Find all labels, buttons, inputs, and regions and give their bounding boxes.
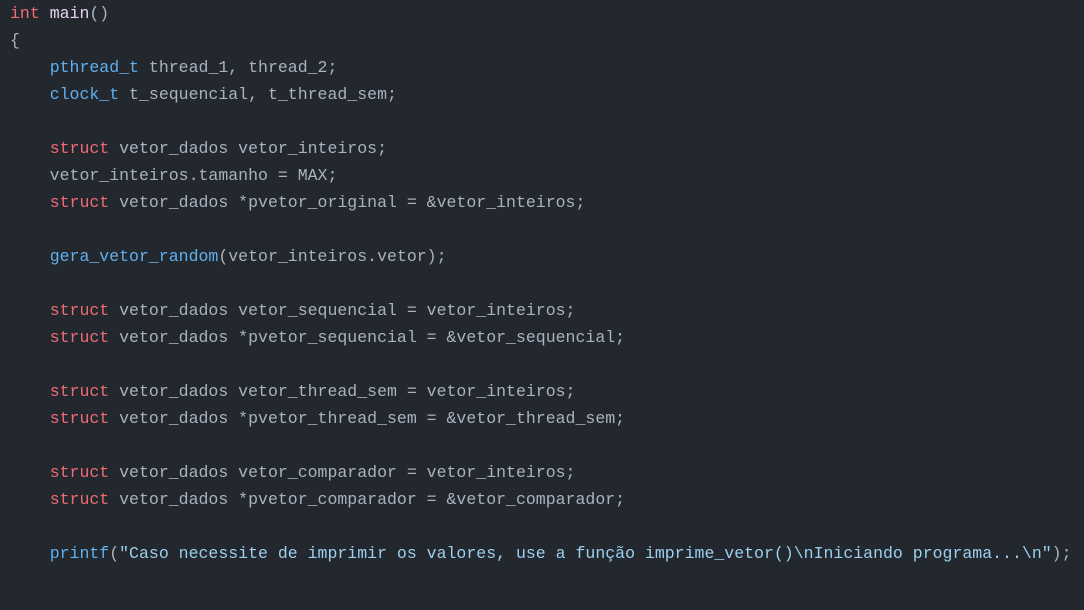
code-token-kw: struct [49,328,110,347]
code-token-kw: struct [49,490,110,509]
code-token-plain: () [89,4,110,23]
code-token-fn-main: main [49,4,90,23]
code-token-plain: ( [109,544,120,563]
code-token-kw: struct [49,193,110,212]
code-area[interactable]: int main() { pthread_t thread_1, thread_2… [10,0,1084,567]
code-token-plain: vetor_dados vetor_comparador = vetor_int… [109,463,576,482]
code-line: struct vetor_dados vetor_inteiros; [10,135,1084,162]
code-token-plain: vetor_dados *pvetor_comparador = &vetor_… [109,490,626,509]
code-line: ​ [10,108,1084,135]
code-line: { [10,27,1084,54]
code-line: printf("Caso necessite de imprimir os va… [10,540,1084,567]
code-line: ​ [10,270,1084,297]
code-token-kw: int [10,4,40,23]
code-token-kw: struct [49,382,110,401]
code-token-plain: t_sequencial, t_thread_sem; [119,85,397,104]
code-token-plain: vetor_inteiros.tamanho = MAX; [10,166,338,185]
code-token-plain: vetor_dados *pvetor_sequencial = &vetor_… [109,328,626,347]
code-token-fn: printf [49,544,110,563]
code-line: ​ [10,432,1084,459]
code-token-plain: (vetor_inteiros.vetor); [218,247,447,266]
code-token-plain: vetor_dados vetor_thread_sem = vetor_int… [109,382,576,401]
code-token-kw: struct [49,139,110,158]
code-token-plain: vetor_dados vetor_inteiros; [109,139,387,158]
code-line: ​ [10,216,1084,243]
code-line: struct vetor_dados *pvetor_sequencial = … [10,324,1084,351]
code-token-plain: { [10,31,20,50]
code-token-plain: thread_1, thread_2; [138,58,338,77]
code-line: ​ [10,513,1084,540]
code-line: ​ [10,351,1084,378]
code-line: struct vetor_dados vetor_comparador = ve… [10,459,1084,486]
code-token-str: "Caso necessite de imprimir os valores, … [119,544,1052,563]
code-line: vetor_inteiros.tamanho = MAX; [10,162,1084,189]
code-line: struct vetor_dados vetor_sequencial = ve… [10,297,1084,324]
code-editor[interactable]: int main() { pthread_t thread_1, thread_2… [0,0,1084,610]
code-line: struct vetor_dados *pvetor_thread_sem = … [10,405,1084,432]
code-line: struct vetor_dados *pvetor_comparador = … [10,486,1084,513]
code-token-kw: struct [49,301,110,320]
code-line: pthread_t thread_1, thread_2; [10,54,1084,81]
code-token-plain: vetor_dados *pvetor_thread_sem = &vetor_… [109,409,626,428]
code-line: gera_vetor_random(vetor_inteiros.vetor); [10,243,1084,270]
code-token-type: pthread_t [49,58,139,77]
code-token-plain: vetor_dados vetor_sequencial = vetor_int… [109,301,576,320]
code-line: clock_t t_sequencial, t_thread_sem; [10,81,1084,108]
code-token-plain: ); [1051,544,1072,563]
code-token-kw: struct [49,463,110,482]
code-token-kw: struct [49,409,110,428]
code-token-type: clock_t [49,85,120,104]
code-line: struct vetor_dados *pvetor_original = &v… [10,189,1084,216]
code-token-plain: vetor_dados *pvetor_original = &vetor_in… [109,193,586,212]
code-line: struct vetor_dados vetor_thread_sem = ve… [10,378,1084,405]
code-token-fn: gera_vetor_random [49,247,219,266]
code-line: int main() [10,0,1084,27]
